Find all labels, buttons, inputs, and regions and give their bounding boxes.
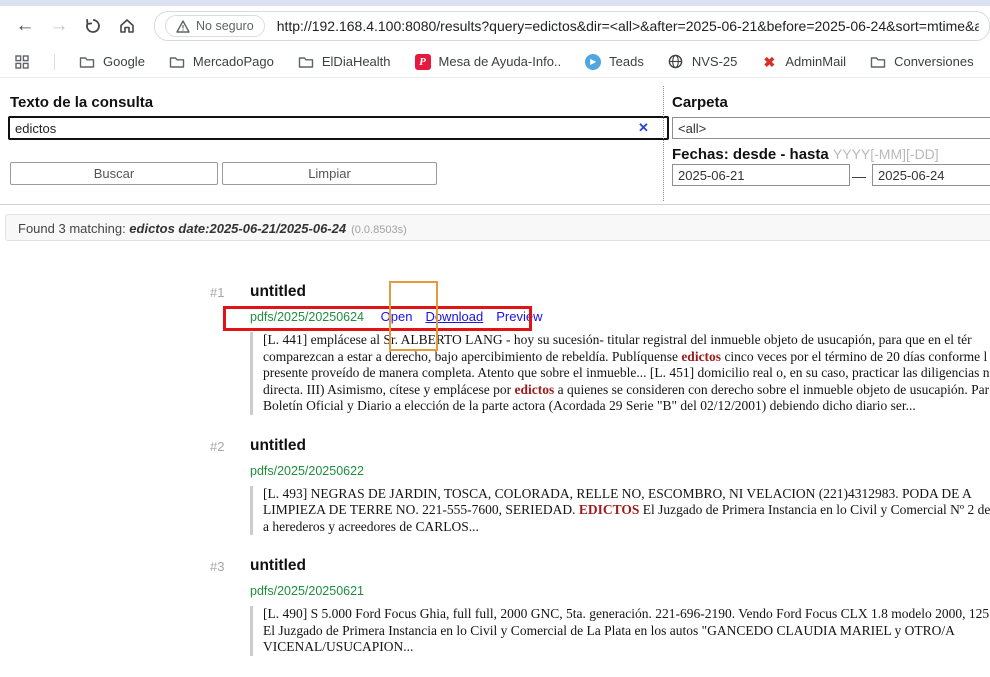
search-form: Texto de la consulta ✕ Buscar Limpiar Ca… [0,78,990,204]
result-title: untitled [250,282,990,301]
bookmark-label: Conversiones [894,54,974,69]
forward-icon[interactable]: → [42,10,76,42]
snippet-line: a herederos y acreedores de CARLOS... [263,519,990,536]
bookmarks-list: Google MercadoPago ElDiaHealth P Mesa de… [79,54,990,70]
result-number: #1 [210,285,224,300]
limpiar-button[interactable]: Limpiar [222,162,437,185]
download-link[interactable]: Download [425,309,483,324]
reload-icon-glyph [84,17,102,35]
result-number: #3 [210,559,224,574]
result-path-link[interactable]: pdfs/2025/20250621 [250,584,364,598]
bookmark-item[interactable]: MercadoPago [169,54,274,70]
query-input[interactable] [8,116,669,140]
bookmark-icon [169,54,185,70]
form-columns-divider [663,86,664,201]
clear-query-icon[interactable]: ✕ [638,120,649,136]
bookmark-item[interactable]: NVS-25 [668,54,738,70]
bookmark-icon [870,54,886,70]
bookmark-label: AdminMail [785,54,846,69]
result-item: #1 untitled pdfs/2025/20250624 Open Downl… [210,282,990,415]
bookmark-icon: P [415,54,431,70]
result-path-link[interactable]: pdfs/2025/20250622 [250,464,364,478]
results-summary-query: edictos date:2025-06-21/2025-06-24 [129,221,346,236]
result-snippet: [L. 493] NEGRAS DE JARDIN, TOSCA, COLORA… [250,486,990,536]
apps-grid-icon[interactable] [14,54,30,70]
results-list: #1 untitled pdfs/2025/20250624 Open Downl… [210,277,990,677]
result-title: untitled [250,436,990,455]
snippet-line: El Juzgado de Primera Instancia en lo Ci… [263,623,990,640]
bookmark-item[interactable]: ElDiaHealth [298,54,391,70]
home-icon-glyph [118,17,136,35]
bookmark-icon [79,54,95,70]
security-chip-label: No seguro [196,19,254,33]
snippet-line: presente proveído de manera completa. At… [263,365,990,382]
result-number: #2 [210,439,224,454]
result-snippet: [L. 441] emplácese al Sr. ALBERTO LANG -… [250,332,990,415]
bookmark-label: ElDiaHealth [322,54,391,69]
bookmark-item[interactable]: ▶ Teads [585,54,644,70]
snippet-line: [L. 441] emplácese al Sr. ALBERTO LANG -… [263,332,990,349]
bookmark-item[interactable]: P Mesa de Ayuda-Info.. [415,54,562,70]
result-item: #3 untitled pdfs/2025/20250621 [L. 490] … [210,556,990,656]
play-circle-icon: ▶ [585,54,601,70]
address-bar[interactable]: No seguro http://192.168.4.100:8080/resu… [154,11,990,41]
results-summary-bar: Found 3 matching: edictos date:2025-06-2… [5,214,990,241]
red-p-icon: P [415,54,431,70]
result-meta-row: pdfs/2025/20250624 Open Download Preview [250,310,990,324]
reload-icon[interactable] [76,10,110,42]
dates-label: Fechas: desde - hasta [672,146,829,163]
dates-format-hint-text: YYYY[-MM][-DD] [833,146,939,162]
results-summary-prefix: Found 3 matching: [18,221,129,236]
bookmark-item[interactable]: Google [79,54,145,70]
back-icon[interactable]: ← [8,10,42,42]
snippet-line: directa. III) Asimismo, cítese y empláce… [263,382,990,399]
result-snippet: [L. 490] S 5.000 Ford Focus Ghia, full f… [250,606,990,656]
bookmark-item[interactable]: ✖ AdminMail [761,54,846,70]
globe-icon [668,54,683,69]
bookmark-label: Teads [609,54,644,69]
bookmark-icon [668,54,684,70]
bookmarks-divider [54,54,55,70]
home-icon[interactable] [110,10,144,42]
browser-toolbar: ← → No seguro http://192.168.4.100:8080/… [0,6,990,46]
section-divider [0,204,990,205]
folder-input[interactable] [672,117,990,139]
red-mail-icon: ✖ [764,54,776,70]
date-range-dash: — [852,168,866,184]
results-summary-timing: (0.0.8503s) [351,224,407,236]
warning-triangle-icon [176,20,190,33]
snippet-line: [L. 490] S 5.000 Ford Focus Ghia, full f… [263,606,990,623]
snippet-line: LIMPIEZA DE TERRE NO. 221-555-7600, SERI… [263,502,990,519]
bookmark-icon: ▶ [585,54,601,70]
result-meta-row: pdfs/2025/20250622 [250,464,990,478]
snippet-line: comparezcan a estar a derecho, bajo aper… [263,349,990,366]
bookmark-label: NVS-25 [692,54,738,69]
snippet-line: Boletín Oficial y Diario a elección de l… [263,398,990,415]
bookmarks-bar: Google MercadoPago ElDiaHealth P Mesa de… [0,46,990,78]
result-path-link[interactable]: pdfs/2025/20250624 [250,310,364,324]
preview-link[interactable]: Preview [496,309,542,324]
bookmark-label: Google [103,54,145,69]
date-from-input[interactable] [672,164,850,186]
folder-label: Carpeta [672,94,728,111]
buscar-button[interactable]: Buscar [10,162,218,185]
bookmark-label: Mesa de Ayuda-Info.. [439,54,562,69]
date-to-input[interactable] [872,164,990,186]
snippet-line: [L. 493] NEGRAS DE JARDIN, TOSCA, COLORA… [263,486,990,503]
result-item: #2 untitled pdfs/2025/20250622 [L. 493] … [210,436,990,536]
security-chip[interactable]: No seguro [165,15,265,37]
result-title: untitled [250,556,990,575]
bookmark-item[interactable]: Conversiones [870,54,974,70]
bookmark-label: MercadoPago [193,54,274,69]
result-meta-row: pdfs/2025/20250621 [250,584,990,598]
snippet-line: VICENAL/USUCAPION... [263,639,990,656]
dates-label-row: Fechas: desde - hasta YYYY[-MM][-DD] [672,146,939,163]
bookmark-icon [298,54,314,70]
bookmark-icon: ✖ [761,54,777,70]
url-text[interactable]: http://192.168.4.100:8080/results?query=… [277,18,979,34]
open-link[interactable]: Open [381,309,413,324]
query-label: Texto de la consulta [10,94,153,111]
